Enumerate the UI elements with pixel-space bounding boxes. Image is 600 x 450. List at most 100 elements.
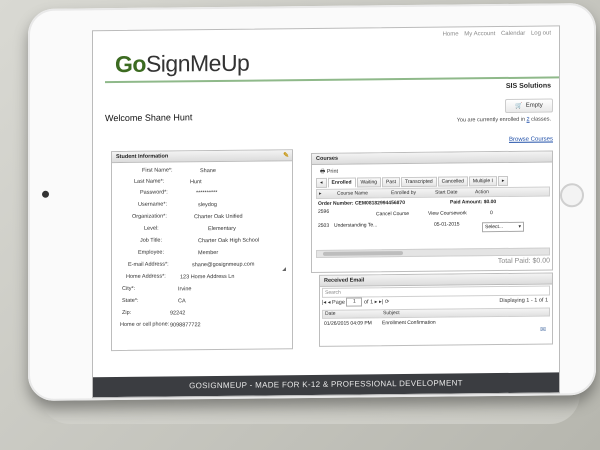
nav-calendar-link[interactable]: Calendar [501, 31, 525, 37]
field-label: Home or cell phone: [120, 321, 170, 329]
edit-pencil-icon[interactable]: ✎ [283, 151, 289, 161]
field-value[interactable]: sleydog [198, 202, 217, 208]
next-page-icon[interactable]: ▸ [375, 299, 378, 305]
field-value[interactable]: CA [178, 298, 186, 304]
student-info-title: Student Information [116, 153, 169, 161]
prev-page-icon[interactable]: ◂ [328, 300, 331, 306]
course-row1-action: 0 [490, 210, 493, 217]
tab-enrolled[interactable]: Enrolled [327, 177, 356, 188]
page-number-input[interactable]: 1 [346, 297, 363, 307]
first-page-icon[interactable]: |◂ [322, 300, 326, 306]
field-value[interactable]: shane@gosignmeup.com [192, 262, 254, 269]
logo-rest: SignMeUp [145, 49, 250, 77]
welcome-message: Welcome Shane Hunt [105, 112, 193, 124]
tab-past[interactable]: Past [382, 177, 401, 188]
footer-banner: GOSIGNMEUP - MADE FOR K-12 & PROFESSIONA… [93, 372, 559, 398]
field-value[interactable]: Shane [200, 168, 216, 174]
email-row-date: 01/26/2015 04:09 PM [324, 320, 372, 327]
field-label: Level: [144, 225, 159, 232]
field-value[interactable]: Irvine [178, 286, 191, 292]
courses-header: Courses [312, 151, 552, 165]
screen: Home My Account Calendar Log out GoSignM… [92, 25, 560, 399]
tabs-scroll-left-icon[interactable]: ◂ [316, 177, 327, 188]
field-label: Last Name*: [134, 178, 165, 185]
field-label: Home Address*: [126, 273, 166, 280]
nav-logout-link[interactable]: Log out [531, 30, 551, 36]
col-enrolled-by[interactable]: Enrolled by [391, 189, 416, 197]
total-paid: Total Paid: $0.00 [497, 257, 550, 266]
email-title: Received Email [324, 277, 365, 284]
cart-icon: 🛒 [515, 103, 523, 110]
print-label: Print [326, 168, 339, 175]
field-label: Password*: [140, 189, 168, 196]
col-action[interactable]: Action [475, 188, 489, 196]
email-row-subject[interactable]: Enrollment Confirmation [382, 320, 436, 327]
tabs-scroll-right-icon[interactable]: ▸ [497, 175, 509, 187]
paid-amount: Paid Amount: $0.00 [450, 199, 497, 206]
page-label: Page [332, 299, 345, 306]
browse-courses-link[interactable]: Browse Courses [509, 136, 553, 142]
field-label: Job Title: [140, 237, 163, 244]
email-pager: |◂ ◂ Page 1 of 1 ▸ ▸| ⟳ Displaying 1 - 1… [322, 296, 550, 308]
field-label: Zip: [122, 309, 132, 316]
expand-column-icon: ▸ [319, 190, 322, 197]
course-action-select-value: Select... [485, 223, 504, 231]
field-value[interactable]: Hunt [190, 179, 202, 185]
field-label: Username*: [138, 201, 168, 208]
cancel-course-link[interactable]: Cancel Course [376, 211, 409, 217]
student-info-panel: Student Information ✎ First Name*: Shane L… [111, 149, 293, 352]
print-button[interactable]: 🖶 Print [320, 168, 338, 177]
tab-cancelled[interactable]: Cancelled [437, 176, 468, 187]
top-nav: Home My Account Calendar Log out [439, 30, 551, 37]
dropdown-caret-icon[interactable]: ◢ [282, 266, 286, 272]
refresh-icon[interactable]: ⟳ [385, 299, 390, 305]
course-row2-id: 2503 [318, 222, 330, 229]
field-value[interactable]: 123 Home Address Ln [180, 274, 234, 281]
field-label: Employee: [138, 249, 164, 256]
logo-go: Go [115, 50, 146, 78]
page-of-count: of 1 [363, 299, 374, 306]
courses-panel: Courses 🖶 Print ◂ Enrolled Waiting Past … [311, 150, 553, 274]
course-action-select[interactable]: Select... ▾ [482, 221, 524, 233]
scrollbar-thumb[interactable] [323, 251, 403, 256]
course-row1-id: 2596 [318, 208, 330, 215]
field-label: Organization*: [132, 213, 167, 220]
col-date[interactable]: Date [325, 311, 336, 318]
last-page-icon[interactable]: ▸| [379, 299, 383, 305]
home-button[interactable] [560, 183, 584, 208]
courses-horizontal-scrollbar[interactable] [316, 247, 550, 258]
field-value[interactable]: Elementary [208, 226, 236, 232]
field-value[interactable]: Member [198, 250, 218, 256]
field-label: City*: [122, 285, 136, 292]
nav-home-link[interactable]: Home [443, 31, 459, 37]
course-row2-name[interactable]: Understanding Te... [334, 222, 377, 228]
tab-multiple[interactable]: Multiple I [468, 176, 497, 187]
field-label: E-mail Address*: [128, 261, 169, 268]
cart-label: Empty [525, 102, 543, 109]
camera-icon [42, 190, 49, 198]
nav-my-account-link[interactable]: My Account [464, 31, 495, 37]
organization-name: SIS Solutions [505, 82, 551, 90]
field-value[interactable]: ********** [196, 190, 217, 196]
mail-icon[interactable]: ✉ [540, 326, 546, 334]
student-info-header: Student Information ✎ [112, 150, 292, 164]
col-start-date[interactable]: Start Date [435, 188, 458, 196]
field-value[interactable]: 9098877722 [170, 322, 201, 328]
displaying-count: Displaying 1 - 1 of 1 [499, 297, 548, 305]
col-course-name[interactable]: Course Name [337, 189, 368, 197]
tab-waiting[interactable]: Waiting [356, 177, 382, 188]
print-icon: 🖶 [320, 168, 326, 175]
tab-transcripted[interactable]: Transcripted [401, 176, 437, 188]
view-coursework-link[interactable]: View Coursework [428, 210, 467, 216]
courses-title: Courses [316, 155, 339, 162]
field-value[interactable]: 92242 [170, 310, 185, 316]
order-number: Order Number: CEM08182994456870 [318, 200, 405, 207]
enrolled-status: You are currently enrolled in 2 classes. [457, 116, 551, 123]
logo[interactable]: GoSignMeUp [115, 50, 249, 78]
col-subject[interactable]: Subject [383, 310, 400, 317]
cart-button[interactable]: 🛒 Empty [505, 98, 553, 113]
field-value[interactable]: Charter Oak Unified [194, 214, 243, 221]
field-value[interactable]: Charter Oak High School [198, 238, 259, 245]
tablet-device: Home My Account Calendar Log out GoSignM… [28, 3, 596, 401]
email-column-header: Date Subject [322, 307, 550, 319]
